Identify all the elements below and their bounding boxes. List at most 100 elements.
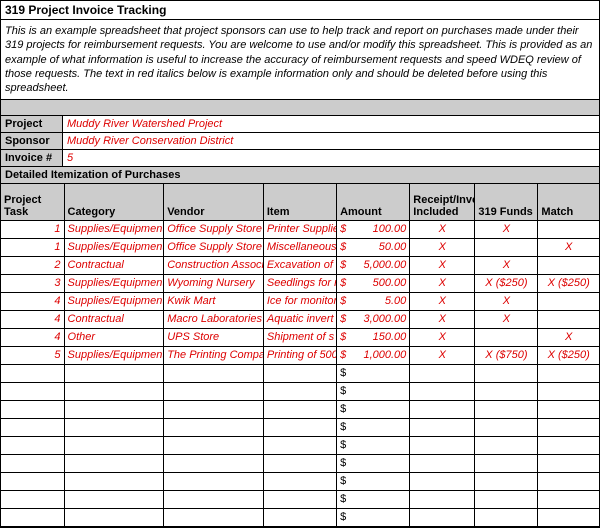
cell[interactable] [410,508,475,526]
cell-item[interactable]: Excavation of [263,256,336,274]
cell-receipt[interactable]: X [410,256,475,274]
cell[interactable] [164,490,264,508]
cell-amount[interactable]: $ [337,472,410,490]
cell-vendor[interactable]: Office Supply Store [164,238,264,256]
project-value[interactable]: Muddy River Watershed Project [63,116,599,132]
cell[interactable] [475,400,538,418]
cell[interactable] [263,382,336,400]
cell[interactable] [1,436,64,454]
cell-task[interactable]: 2 [1,256,64,274]
cell-receipt[interactable]: X [410,274,475,292]
cell-match[interactable] [538,310,599,328]
invoice-value[interactable]: 5 [63,150,599,166]
cell-amount[interactable]: $ [337,508,410,526]
cell-amount[interactable]: $ [337,418,410,436]
cell[interactable] [475,382,538,400]
cell-match[interactable]: X [538,328,599,346]
cell[interactable] [1,364,64,382]
cell[interactable] [1,454,64,472]
sponsor-value[interactable]: Muddy River Conservation District [63,133,599,149]
cell-item[interactable]: Seedlings for r [263,274,336,292]
cell-task[interactable]: 1 [1,238,64,256]
cell[interactable] [538,508,599,526]
cell-category[interactable]: Supplies/Equipment [64,238,164,256]
cell[interactable] [475,508,538,526]
cell[interactable] [263,400,336,418]
cell[interactable] [410,400,475,418]
cell-319funds[interactable]: X [475,256,538,274]
cell-319funds[interactable]: X [475,310,538,328]
cell-item[interactable]: Printer Supplie [263,220,336,238]
cell-match[interactable]: X ($250) [538,274,599,292]
cell[interactable] [64,364,164,382]
cell-item[interactable]: Aquatic invert [263,310,336,328]
cell[interactable] [410,472,475,490]
cell-319funds[interactable] [475,238,538,256]
cell-319funds[interactable]: X [475,220,538,238]
cell[interactable] [410,382,475,400]
cell[interactable] [475,472,538,490]
cell[interactable] [538,490,599,508]
cell-item[interactable]: Miscellaneous [263,238,336,256]
cell-match[interactable]: X [538,238,599,256]
cell-category[interactable]: Contractual [64,256,164,274]
cell-amount[interactable]: $5.00 [337,292,410,310]
cell-amount[interactable]: $ [337,454,410,472]
cell-amount[interactable]: $5,000.00 [337,256,410,274]
cell-vendor[interactable]: UPS Store [164,328,264,346]
cell-amount[interactable]: $ [337,364,410,382]
cell[interactable] [164,508,264,526]
cell[interactable] [64,508,164,526]
cell-category[interactable]: Supplies/Equipment [64,274,164,292]
cell[interactable] [538,436,599,454]
cell-vendor[interactable]: Construction Associat [164,256,264,274]
cell-vendor[interactable]: Kwik Mart [164,292,264,310]
cell[interactable] [475,490,538,508]
cell-match[interactable] [538,220,599,238]
cell-319funds[interactable]: X ($250) [475,274,538,292]
cell[interactable] [64,472,164,490]
cell[interactable] [1,472,64,490]
cell[interactable] [64,454,164,472]
cell[interactable] [475,454,538,472]
cell[interactable] [1,418,64,436]
cell[interactable] [164,382,264,400]
cell[interactable] [164,400,264,418]
cell-category[interactable]: Other [64,328,164,346]
cell[interactable] [538,454,599,472]
cell[interactable] [164,436,264,454]
cell-task[interactable]: 4 [1,328,64,346]
cell[interactable] [475,418,538,436]
cell-vendor[interactable]: Wyoming Nursery [164,274,264,292]
cell[interactable] [538,418,599,436]
cell-category[interactable]: Contractual [64,310,164,328]
cell[interactable] [1,490,64,508]
cell-amount[interactable]: $ [337,382,410,400]
cell-match[interactable] [538,292,599,310]
cell-vendor[interactable]: Office Supply Store [164,220,264,238]
cell-task[interactable]: 1 [1,220,64,238]
cell-amount[interactable]: $1,000.00 [337,346,410,364]
cell[interactable] [538,400,599,418]
cell-item[interactable]: Printing of 500 [263,346,336,364]
cell[interactable] [164,364,264,382]
cell-receipt[interactable]: X [410,310,475,328]
cell-category[interactable]: Supplies/Equipment [64,346,164,364]
cell[interactable] [164,454,264,472]
cell-amount[interactable]: $ [337,400,410,418]
cell-match[interactable] [538,256,599,274]
cell-319funds[interactable] [475,328,538,346]
cell-vendor[interactable]: Macro Laboratories [164,310,264,328]
cell[interactable] [164,418,264,436]
cell-amount[interactable]: $ [337,490,410,508]
cell-match[interactable]: X ($250) [538,346,599,364]
cell-task[interactable]: 4 [1,310,64,328]
cell[interactable] [410,418,475,436]
cell-receipt[interactable]: X [410,346,475,364]
cell-task[interactable]: 3 [1,274,64,292]
cell[interactable] [538,382,599,400]
cell[interactable] [263,364,336,382]
cell[interactable] [410,436,475,454]
cell[interactable] [1,400,64,418]
cell-amount[interactable]: $100.00 [337,220,410,238]
